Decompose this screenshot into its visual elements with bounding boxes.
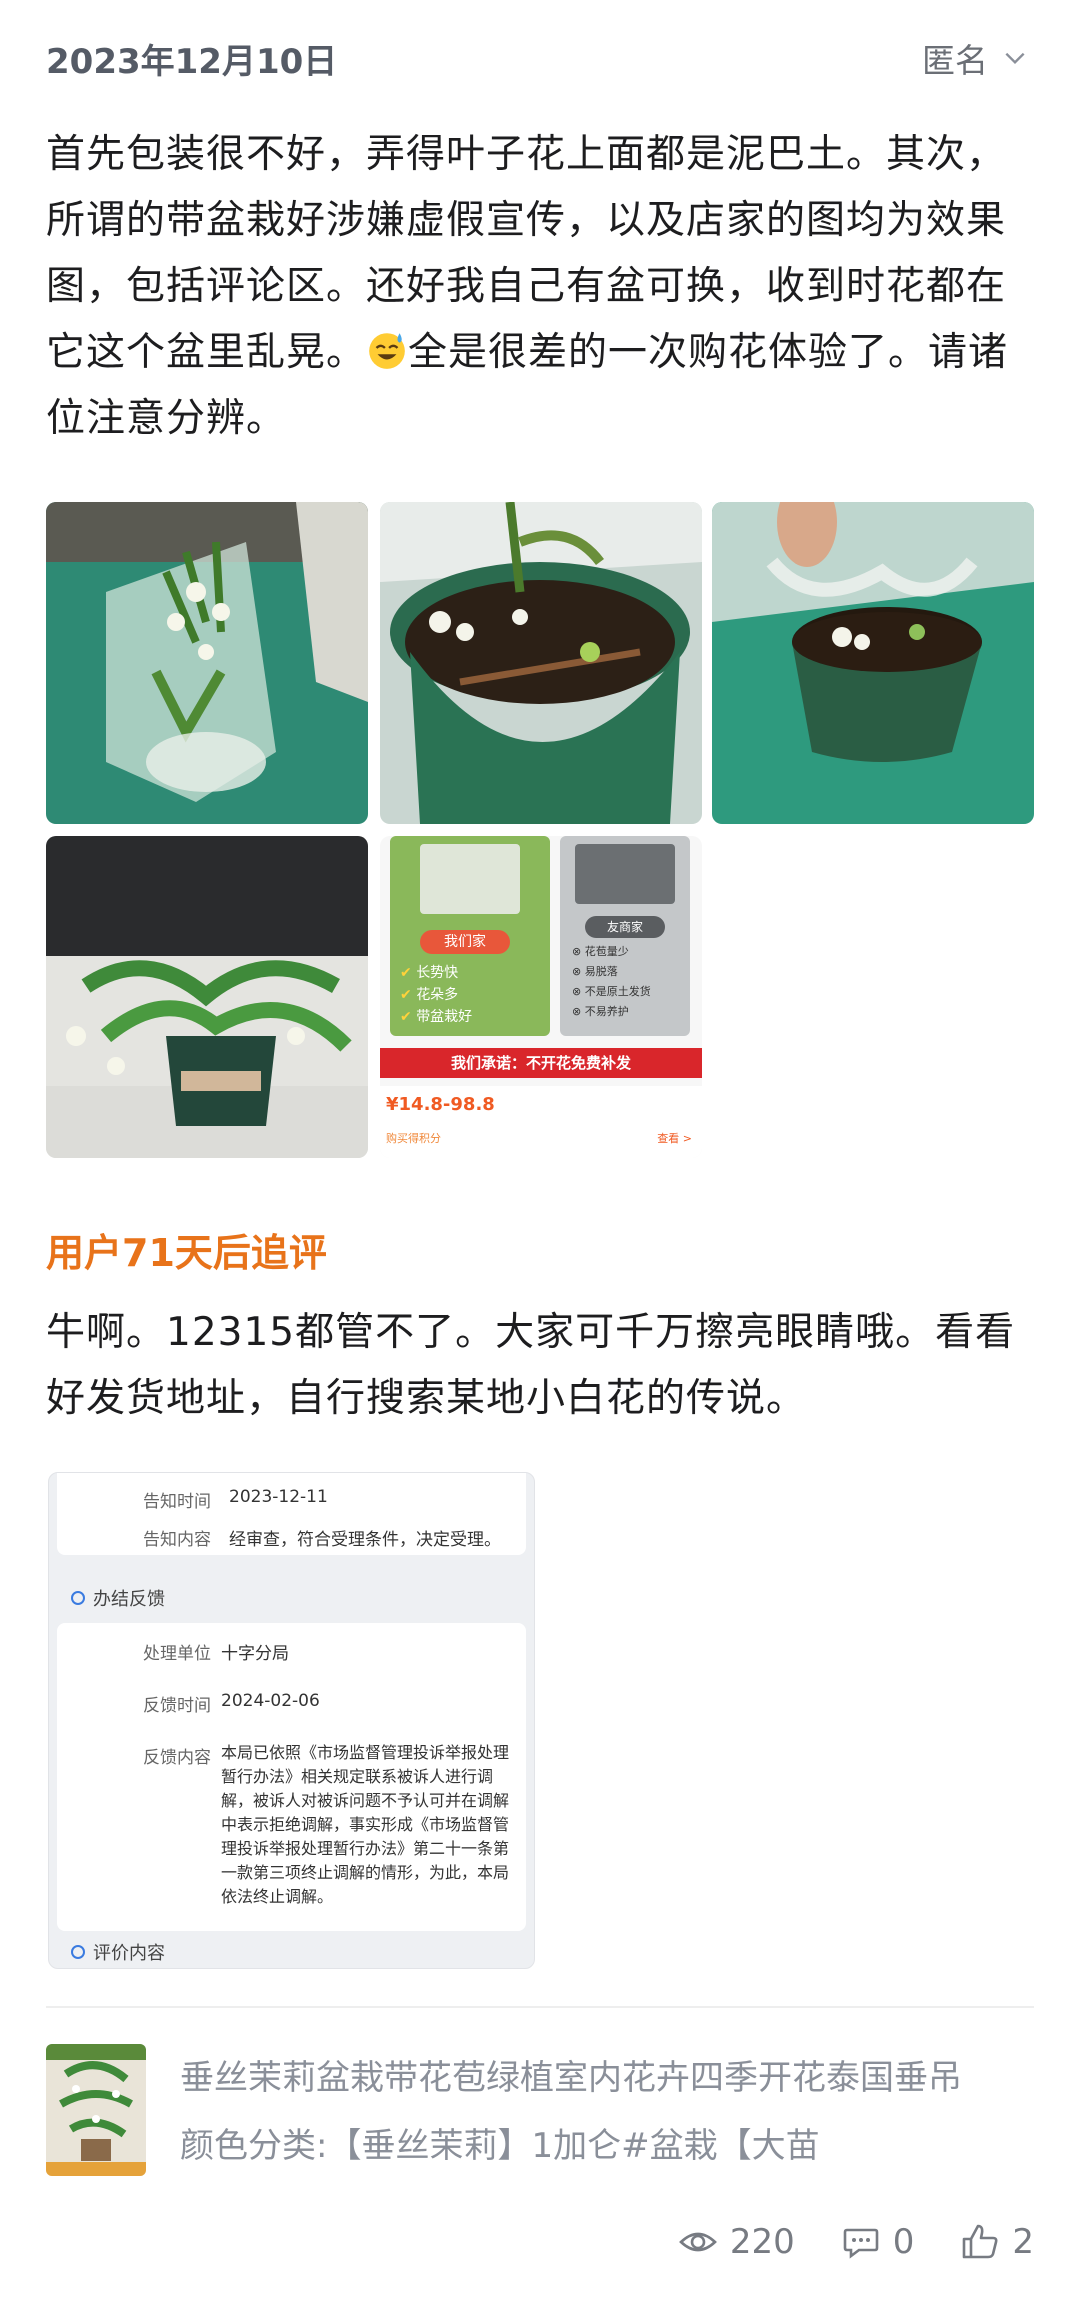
notice-content: 经审查，符合受理条件，决定受理。 — [229, 1530, 501, 1550]
promo-our-point: ✔ 花朵多 — [400, 987, 459, 1003]
promo-other-point: ⊗ 花苞量少 — [572, 945, 629, 958]
shop-promo-image[interactable]: 我们家 ✔ 长势快 ✔ 花朵多 ✔ 带盆栽好 友商家 ⊗ 花苞量少 ⊗ 易脱落 … — [380, 836, 702, 1158]
promo-our-point: ✔ 长势快 — [400, 965, 459, 981]
promo-our-point: ✔ 带盆栽好 — [400, 1009, 473, 1025]
review-photo-4[interactable] — [46, 836, 368, 1158]
promo-price: ¥14.8-98.8 — [386, 1094, 495, 1115]
product-title[interactable]: 垂丝茉莉盆栽带花苞绿植室内花卉四季开花泰国垂吊 — [180, 2050, 1040, 2099]
eval-section-title: 评价内容 — [93, 1943, 165, 1964]
promo-other-point: ⊗ 易脱落 — [572, 965, 618, 978]
review-text: 首先包装很不好，弄得叶子花上面都是泥巴土。其次，所谓的带盆栽好涉嫌虚假宣传，以及… — [46, 122, 1036, 452]
product-thumbnail[interactable] — [46, 2044, 146, 2176]
review-stats: 220 0 2 — [678, 2222, 1034, 2262]
complaint-document-image[interactable]: 告知时间 2023-12-11 告知内容 经审查，符合受理条件，决定受理。 办结… — [48, 1472, 535, 1969]
eye-icon — [678, 2232, 717, 2252]
thumbs-up-icon — [963, 2224, 998, 2259]
promo-our-shop: 我们家 — [420, 930, 510, 954]
notice-content-label: 告知内容 — [143, 1530, 211, 1550]
review-photo-3[interactable] — [712, 502, 1034, 824]
like-button[interactable]: 2 — [960, 2222, 1034, 2262]
unit-value: 十字分局 — [221, 1644, 289, 1664]
review-photo-1[interactable] — [46, 502, 368, 824]
feedback-content: 本局已依照《市场监督管理投诉举报处理暂行办法》相关规定联系被诉人进行调解，被诉人… — [221, 1743, 510, 1906]
promo-other-shop: 友商家 — [585, 916, 665, 938]
comments-count: 0 — [892, 2222, 915, 2262]
reviewer-name[interactable]: 匿名 — [922, 34, 1028, 82]
divider — [46, 2006, 1034, 2008]
review-date: 2023年12月10日 — [46, 42, 338, 82]
section-dot-icon — [71, 1591, 85, 1605]
unit-label: 处理单位 — [143, 1644, 211, 1664]
promo-other-point: ⊗ 不易养护 — [572, 1005, 629, 1018]
promo-other-point: ⊗ 不是原土发货 — [572, 985, 651, 998]
review-photo-2[interactable] — [380, 502, 702, 824]
comment-icon — [843, 2228, 879, 2259]
followup-title: 用户71天后追评 — [46, 1231, 327, 1275]
comment-button[interactable]: 0 — [841, 2222, 915, 2262]
likes-count: 2 — [1012, 2222, 1034, 2262]
reviewer-label: 匿名 — [922, 41, 988, 80]
section-dot-icon — [71, 1945, 85, 1959]
product-variant: 颜色分类:【垂丝茉莉】1加仑#盆栽【大苗 — [180, 2126, 820, 2166]
feedback-time: 2024-02-06 — [221, 1691, 320, 1711]
promo-promise-banner: 我们承诺：不开花免费补发 — [380, 1048, 702, 1078]
views-stat: 220 — [678, 2222, 795, 2262]
feedback-content-label: 反馈内容 — [143, 1748, 211, 1768]
result-section-title: 办结反馈 — [93, 1589, 165, 1610]
views-count: 220 — [729, 2222, 795, 2262]
sweat-smile-emoji-icon — [369, 333, 405, 369]
followup-text: 牛啊。12315都管不了。大家可千万擦亮眼睛哦。看看好发货地址，自行搜索某地小白… — [46, 1310, 1016, 1421]
chevron-down-icon — [1005, 52, 1025, 65]
promo-points-note: 购买得积分 — [386, 1132, 441, 1145]
notice-time-label: 告知时间 — [143, 1492, 211, 1512]
feedback-time-label: 反馈时间 — [143, 1696, 211, 1716]
notice-time: 2023-12-11 — [229, 1487, 328, 1507]
promo-more-link: 查看 > — [657, 1132, 692, 1145]
